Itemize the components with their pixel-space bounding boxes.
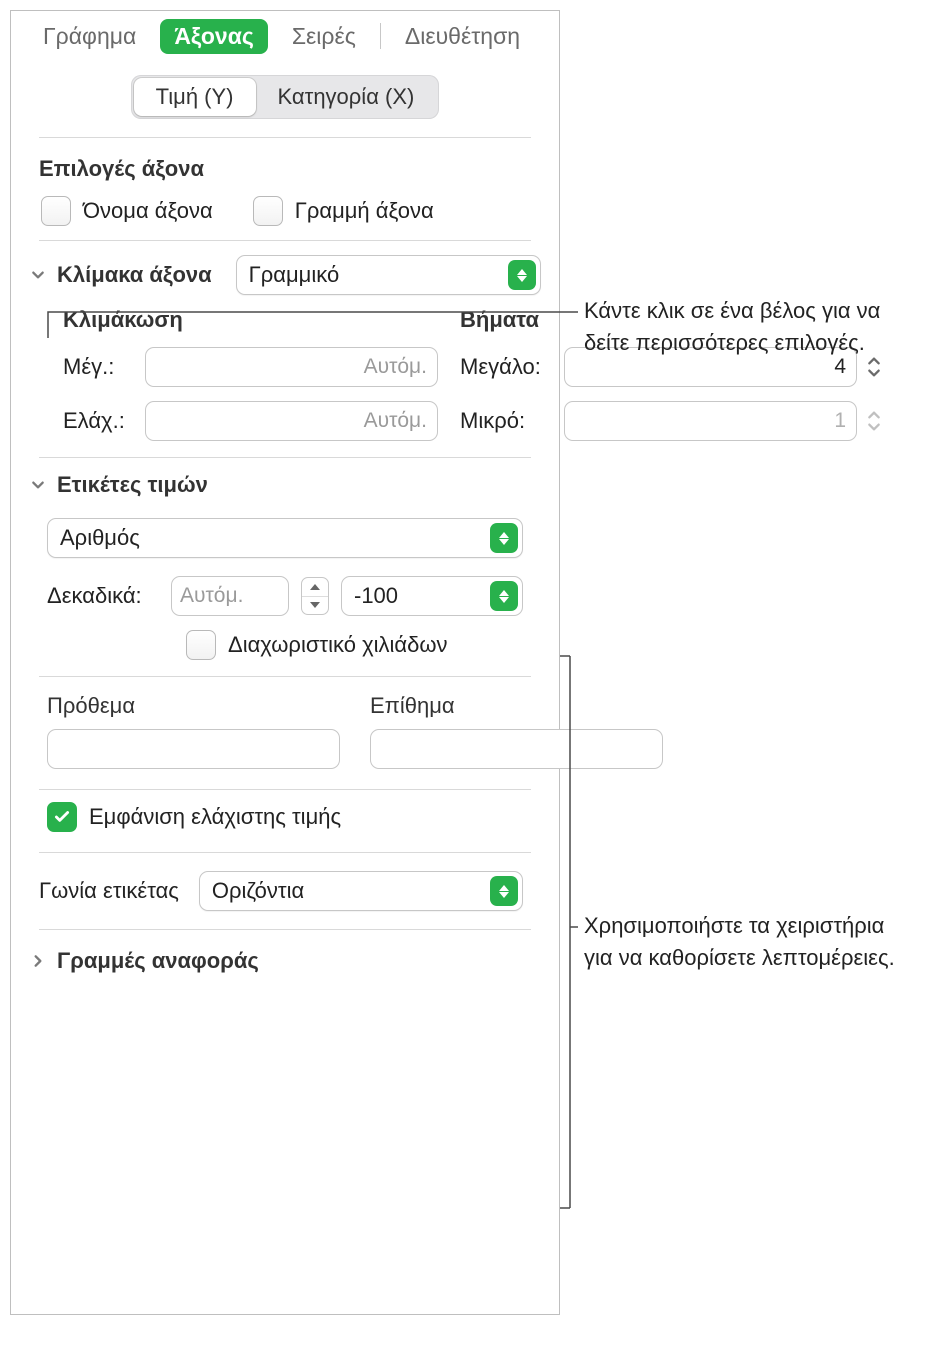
axis-segmented: Τιμή (Y) Κατηγορία (X) [131, 75, 440, 119]
label-angle-label: Γωνία ετικέτας [39, 878, 179, 904]
prefix-label: Πρόθεμα [47, 693, 340, 719]
callout-arrow-options: Κάντε κλικ σε ένα βέλος για να δείτε περ… [584, 295, 909, 359]
axis-scale-header: Κλίμακα άξονα Γραμμικό [11, 241, 559, 307]
value-format-wrap: Αριθμός [11, 510, 559, 568]
reference-lines-title: Γραμμές αναφοράς [57, 948, 259, 974]
checkbox-box [186, 630, 216, 660]
decimals-row: Δεκαδικά: -100 [11, 568, 559, 624]
checkbox-label: Διαχωριστικό χιλιάδων [228, 632, 448, 658]
decimals-input[interactable] [171, 576, 289, 616]
popup-value: Αριθμός [60, 525, 490, 551]
max-label: Μέγ.: [63, 354, 135, 380]
minor-stepper [867, 401, 893, 441]
thousands-sep-wrap: Διαχωριστικό χιλιάδων [11, 624, 559, 676]
suffix-label: Επίθημα [370, 693, 663, 719]
negative-format-popup[interactable]: -100 [341, 576, 523, 616]
popup-arrows-icon [490, 581, 518, 611]
tab-series[interactable]: Σειρές [278, 19, 370, 54]
major-label: Μεγάλο: [460, 354, 554, 380]
chevron-down-icon[interactable] [29, 266, 47, 284]
axis-options-section: Επιλογές άξονα Όνομα άξονα Γραμμή άξονα [11, 138, 559, 240]
chevron-down-icon[interactable] [29, 476, 47, 494]
checkbox-label: Όνομα άξονα [83, 198, 213, 224]
max-field-row: Μέγ.: [63, 347, 438, 387]
checkbox-box [41, 196, 71, 226]
inspector-panel: Γράφημα Άξονας Σειρές Διευθέτηση Τιμή (Y… [10, 10, 560, 1315]
segment-category-x[interactable]: Κατηγορία (X) [256, 78, 437, 116]
segment-value-y[interactable]: Τιμή (Y) [134, 78, 256, 116]
checkbox-axis-name[interactable]: Όνομα άξονα [41, 196, 213, 226]
popup-arrows-icon [490, 523, 518, 553]
prefix-col: Πρόθεμα [47, 693, 340, 769]
minor-label: Μικρό: [460, 408, 554, 434]
checkbox-thousands-separator[interactable]: Διαχωριστικό χιλιάδων [186, 630, 523, 660]
tab-arrange[interactable]: Διευθέτηση [391, 19, 534, 54]
callout-controls-details: Χρησιμοποιήστε τα χειριστήρια για να καθ… [584, 910, 909, 974]
label-angle-popup[interactable]: Οριζόντια [199, 871, 523, 911]
show-min-wrap: Εμφάνιση ελάχιστης τιμής [11, 790, 559, 852]
min-field-row: Ελάχ.: [63, 401, 438, 441]
checkbox-label: Γραμμή άξονα [295, 198, 434, 224]
value-format-popup[interactable]: Αριθμός [47, 518, 523, 558]
popup-value: -100 [354, 583, 490, 609]
chevron-right-icon[interactable] [29, 952, 47, 970]
value-labels-header: Ετικέτες τιμών [11, 458, 559, 510]
reference-lines-header: Γραμμές αναφοράς [11, 930, 559, 988]
checkbox-axis-line[interactable]: Γραμμή άξονα [253, 196, 434, 226]
popup-value: Οριζόντια [212, 878, 490, 904]
axis-segmented-wrap: Τιμή (Y) Κατηγορία (X) [11, 61, 559, 137]
checkbox-box [47, 802, 77, 832]
checkbox-box [253, 196, 283, 226]
popup-value: Γραμμικό [249, 262, 508, 288]
checkbox-label: Εμφάνιση ελάχιστης τιμής [89, 804, 341, 830]
suffix-col: Επίθημα [370, 693, 663, 769]
top-tabs: Γράφημα Άξονας Σειρές Διευθέτηση [11, 11, 559, 61]
max-input[interactable] [145, 347, 438, 387]
tab-axis[interactable]: Άξονας [160, 19, 268, 54]
minor-input[interactable] [564, 401, 857, 441]
minor-field-row: Μικρό: [460, 401, 893, 441]
label-angle-row: Γωνία ετικέτας Οριζόντια [11, 853, 559, 929]
axis-scale-title: Κλίμακα άξονα [57, 262, 212, 288]
min-input[interactable] [145, 401, 438, 441]
tab-chart[interactable]: Γράφημα [29, 19, 150, 54]
scaling-header: Κλιμάκωση [63, 307, 438, 333]
axis-options-checkboxes: Όνομα άξονα Γραμμή άξονα [39, 196, 531, 226]
popup-arrows-icon [508, 260, 536, 290]
popup-arrows-icon [490, 876, 518, 906]
decimals-label: Δεκαδικά: [47, 583, 159, 609]
prefix-input[interactable] [47, 729, 340, 769]
value-labels-title: Ετικέτες τιμών [57, 472, 208, 498]
prefix-suffix-row: Πρόθεμα Επίθημα [11, 677, 559, 789]
checkbox-show-min-value[interactable]: Εμφάνιση ελάχιστης τιμής [47, 802, 523, 832]
tab-separator [380, 23, 381, 49]
decimals-stepper[interactable] [301, 577, 329, 615]
min-label: Ελάχ.: [63, 408, 135, 434]
axis-scale-grid: Κλιμάκωση Βήματα Μέγ.: Μεγάλο: Ελάχ.: Μι… [11, 307, 559, 457]
suffix-input[interactable] [370, 729, 663, 769]
axis-options-title: Επιλογές άξονα [39, 156, 531, 182]
axis-scale-type-popup[interactable]: Γραμμικό [236, 255, 541, 295]
